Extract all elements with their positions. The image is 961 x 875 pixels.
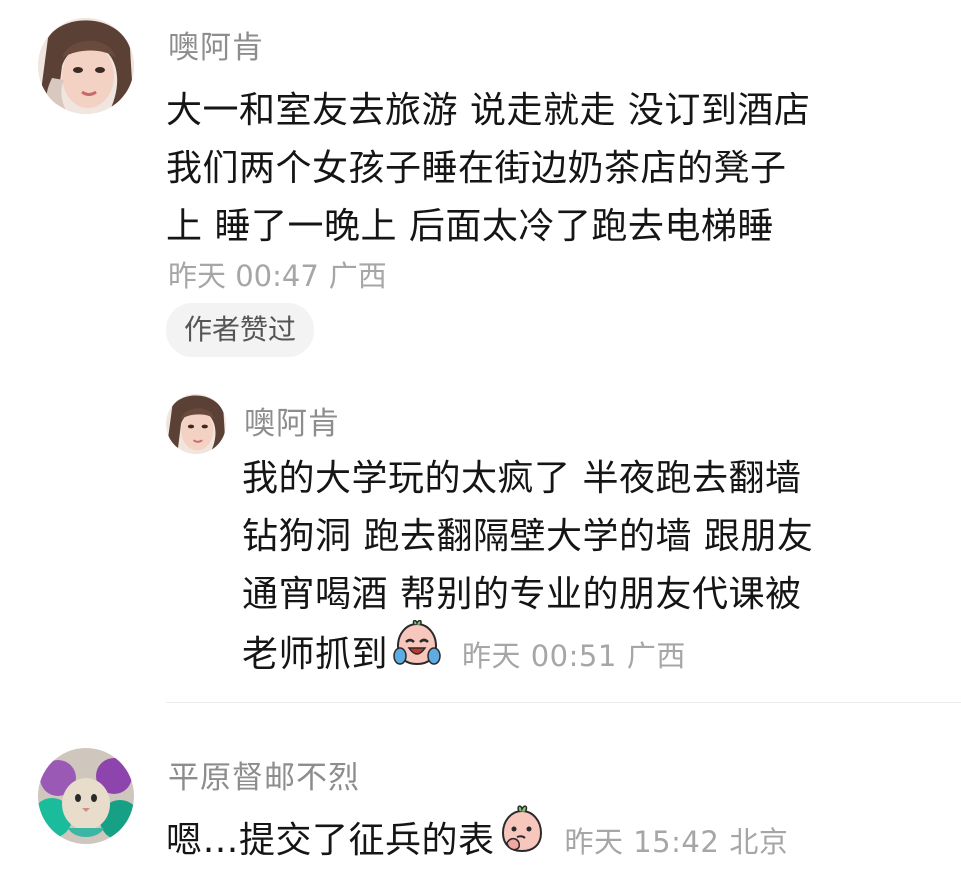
comment-line: 通宵喝酒 帮别的专业的朋友代课被 — [242, 574, 802, 615]
girl-portrait-avatar-icon — [38, 18, 134, 114]
comment-last-line: 嗯…提交了征兵的表 昨天 15:42 北京 — [166, 805, 789, 875]
comment-meta: 昨天 00:51 广西 — [462, 639, 686, 673]
crying-laughing-emoji-icon — [392, 619, 442, 684]
comment-last-line: 老师抓到 昨天 00:51 广西 — [242, 619, 813, 688]
user-avatar[interactable] — [166, 394, 226, 454]
username[interactable]: 噢阿肯 — [168, 22, 264, 67]
username[interactable]: 平原督邮不烈 — [168, 752, 360, 797]
location: 北京 — [729, 825, 789, 859]
timestamp: 昨天 15:42 — [564, 825, 720, 859]
reply-text: 我的大学玩的太疯了 半夜跑去翻墙 钻狗洞 跑去翻隔壁大学的墙 跟朋友 通宵喝酒 … — [242, 450, 813, 688]
location: 广西 — [328, 259, 387, 293]
comment-line: 上 睡了一晚上 后面太冷了跑去电梯睡 — [166, 206, 774, 247]
comment-line: 嗯…提交了征兵的表 — [166, 820, 495, 861]
timestamp: 昨天 00:47 — [168, 259, 319, 293]
comment-line: 大一和室友去旅游 说走就走 没订到酒店 — [166, 90, 811, 131]
username[interactable]: 噢阿肯 — [244, 398, 340, 443]
comment-text: 嗯…提交了征兵的表 昨天 15:42 北京 — [166, 805, 789, 875]
thinking-peach-emoji-icon — [499, 805, 545, 871]
divider — [166, 702, 961, 703]
timestamp: 昨天 00:51 — [462, 639, 617, 673]
comment-line: 钻狗洞 跑去翻隔壁大学的墙 跟朋友 — [242, 516, 814, 557]
fluffy-cat-avatar-icon — [38, 748, 134, 844]
comment-text: 大一和室友去旅游 说走就走 没订到酒店 我们两个女孩子睡在街边奶茶店的凳子 上 … — [166, 82, 810, 256]
comment-line: 我的大学玩的太疯了 半夜跑去翻墙 — [242, 458, 802, 499]
comment-line: 老师抓到 — [242, 634, 389, 675]
comment-meta: 昨天 00:47 广西 — [168, 253, 387, 295]
comment-line: 我们两个女孩子睡在街边奶茶店的凳子 — [166, 148, 787, 189]
location: 广西 — [626, 639, 686, 673]
user-avatar[interactable] — [38, 18, 134, 114]
comment-meta: 昨天 15:42 北京 — [565, 825, 789, 859]
girl-portrait-avatar-icon — [166, 394, 226, 454]
author-liked-badge: 作者赞过 — [166, 303, 315, 357]
user-avatar[interactable] — [38, 748, 134, 844]
